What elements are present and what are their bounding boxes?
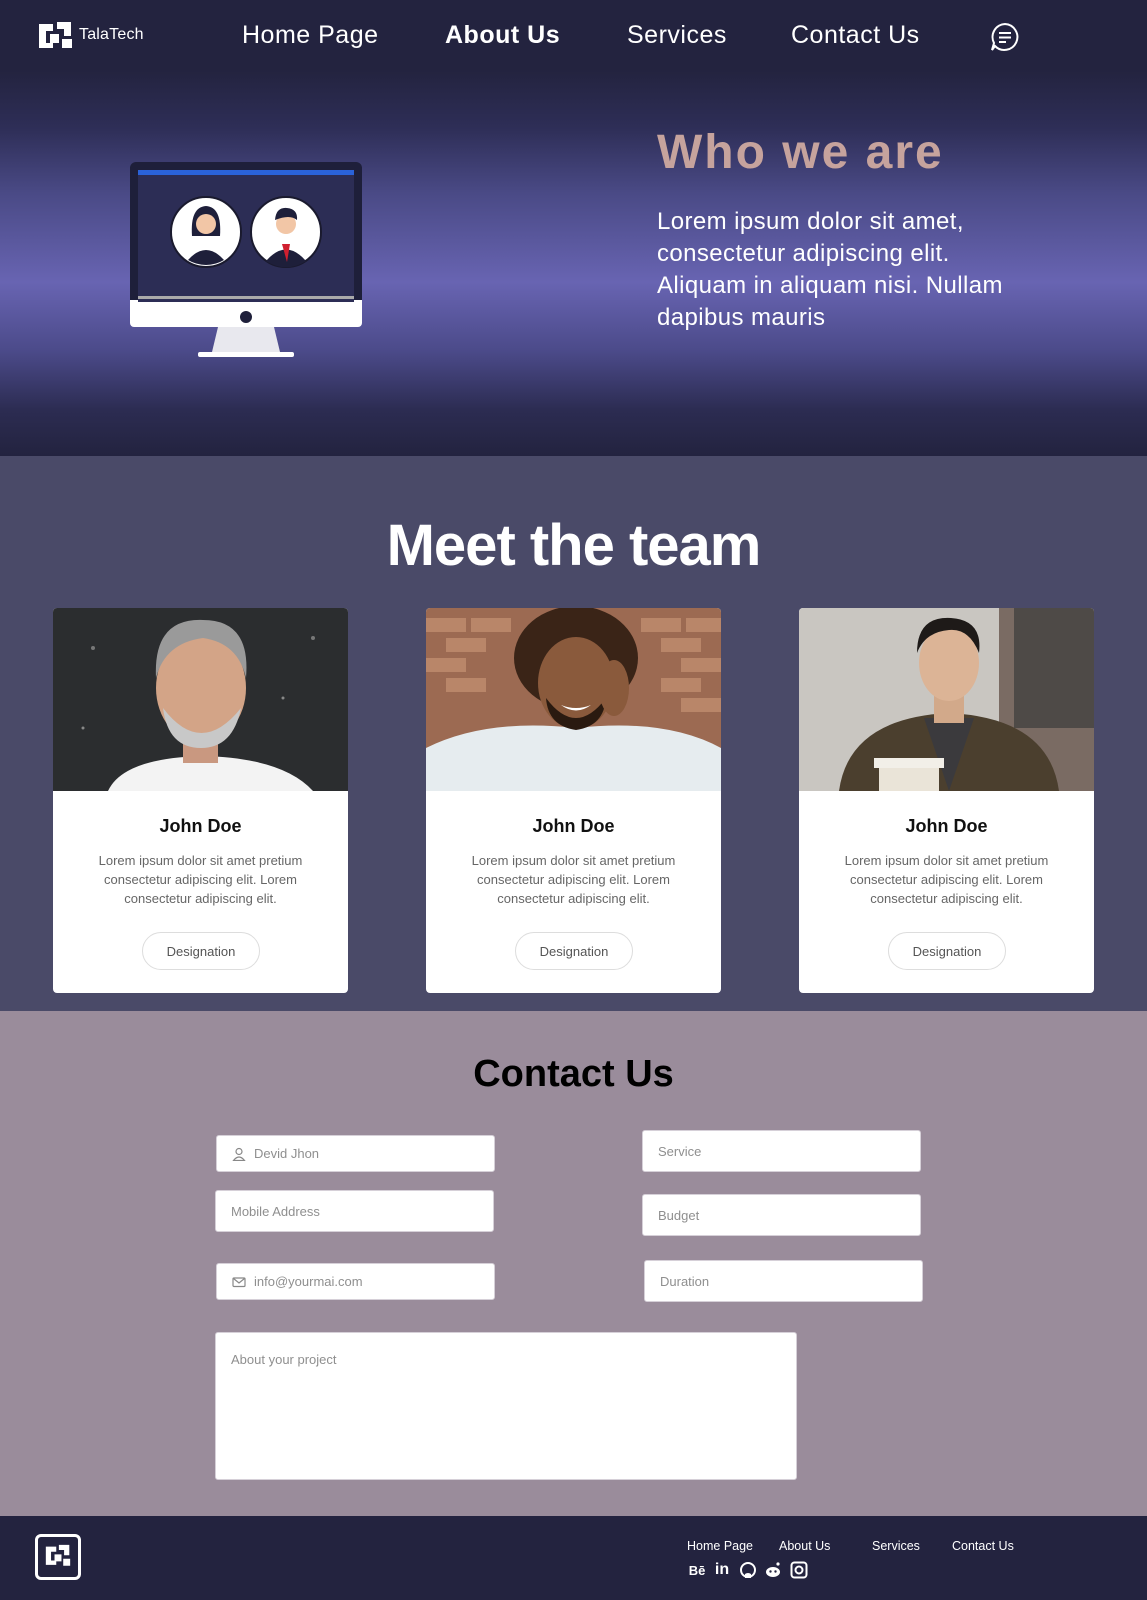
budget-field-placeholder: Budget [658, 1207, 700, 1223]
team-section: Meet the team John Doe Lorem ipsum dolor… [0, 456, 1147, 1011]
duration-field[interactable]: Duration [644, 1260, 923, 1302]
team-member-name: John Doe [159, 816, 242, 836]
footer: Home Page About Us Services Contact Us B… [0, 1516, 1147, 1600]
nav-contact-us[interactable]: Contact Us [791, 21, 920, 50]
hero-section: Who we are Lorem ipsum dolor sit amet, c… [0, 70, 1147, 456]
instagram-icon[interactable] [789, 1561, 809, 1579]
monitor-illustration [130, 162, 362, 357]
brand-name: TalaTech [79, 26, 144, 43]
top-navigation: TalaTech Home Page About Us Services Con… [0, 0, 1147, 70]
project-textarea-placeholder: About your project [231, 1352, 337, 1367]
github-icon[interactable] [738, 1561, 758, 1579]
duration-field-placeholder: Duration [660, 1273, 710, 1289]
service-field-placeholder: Service [658, 1143, 702, 1159]
team-card: John Doe Lorem ipsum dolor sit amet pret… [799, 608, 1094, 993]
team-member-name: John Doe [905, 816, 988, 836]
footer-link-home-page[interactable]: Home Page [687, 1539, 753, 1553]
team-member-photo [799, 608, 1094, 791]
service-field[interactable]: Service [642, 1130, 921, 1172]
nav-about-us[interactable]: About Us [445, 21, 560, 50]
mobile-field-placeholder: Mobile Address [231, 1203, 320, 1219]
user-icon [232, 1147, 246, 1161]
hero-title: Who we are [657, 126, 944, 179]
contact-title: Contact Us [473, 1053, 674, 1095]
team-card: John Doe Lorem ipsum dolor sit amet pret… [53, 608, 348, 993]
footer-link-contact-us[interactable]: Contact Us [952, 1539, 1014, 1553]
email-field[interactable]: info@yourmai.com [216, 1263, 495, 1300]
designation-button[interactable]: Designation [142, 932, 260, 970]
name-field-placeholder: Devid Jhon [254, 1146, 320, 1161]
team-title: Meet the team [386, 513, 762, 578]
linkedin-icon[interactable]: in [712, 1561, 732, 1579]
hero-description: Lorem ipsum dolor sit amet, consectetur … [657, 208, 1003, 331]
behance-icon[interactable]: Bē [687, 1561, 707, 1579]
budget-field[interactable]: Budget [642, 1194, 921, 1236]
team-member-description: Lorem ipsum dolor sit amet pretium conse… [844, 853, 1049, 906]
name-field[interactable]: Devid Jhon [216, 1135, 495, 1172]
team-member-name: John Doe [532, 816, 615, 836]
nav-home-page[interactable]: Home Page [242, 21, 379, 50]
talatech-logo-icon [39, 22, 72, 48]
footer-link-about-us[interactable]: About Us [779, 1539, 830, 1553]
team-member-description: Lorem ipsum dolor sit amet pretium conse… [471, 853, 676, 906]
designation-button[interactable]: Designation [515, 932, 633, 970]
mobile-field[interactable]: Mobile Address [215, 1190, 494, 1232]
chat-bubble-icon[interactable] [990, 22, 1020, 52]
team-member-photo [426, 608, 721, 791]
project-textarea[interactable]: About your project [215, 1332, 797, 1480]
team-member-photo [53, 608, 348, 791]
designation-button[interactable]: Designation [888, 932, 1006, 970]
reddit-icon[interactable] [763, 1561, 783, 1579]
team-member-description: Lorem ipsum dolor sit amet pretium conse… [98, 853, 303, 906]
footer-logo-icon[interactable] [35, 1534, 81, 1580]
footer-link-services[interactable]: Services [872, 1539, 920, 1553]
email-field-placeholder: info@yourmai.com [254, 1274, 363, 1289]
mail-icon [232, 1276, 246, 1287]
team-card: John Doe Lorem ipsum dolor sit amet pret… [426, 608, 721, 993]
contact-section: Contact Us Devid Jhon Mobile Address inf… [0, 1011, 1147, 1516]
nav-services[interactable]: Services [627, 21, 727, 50]
brand-logo[interactable]: TalaTech [37, 20, 144, 50]
